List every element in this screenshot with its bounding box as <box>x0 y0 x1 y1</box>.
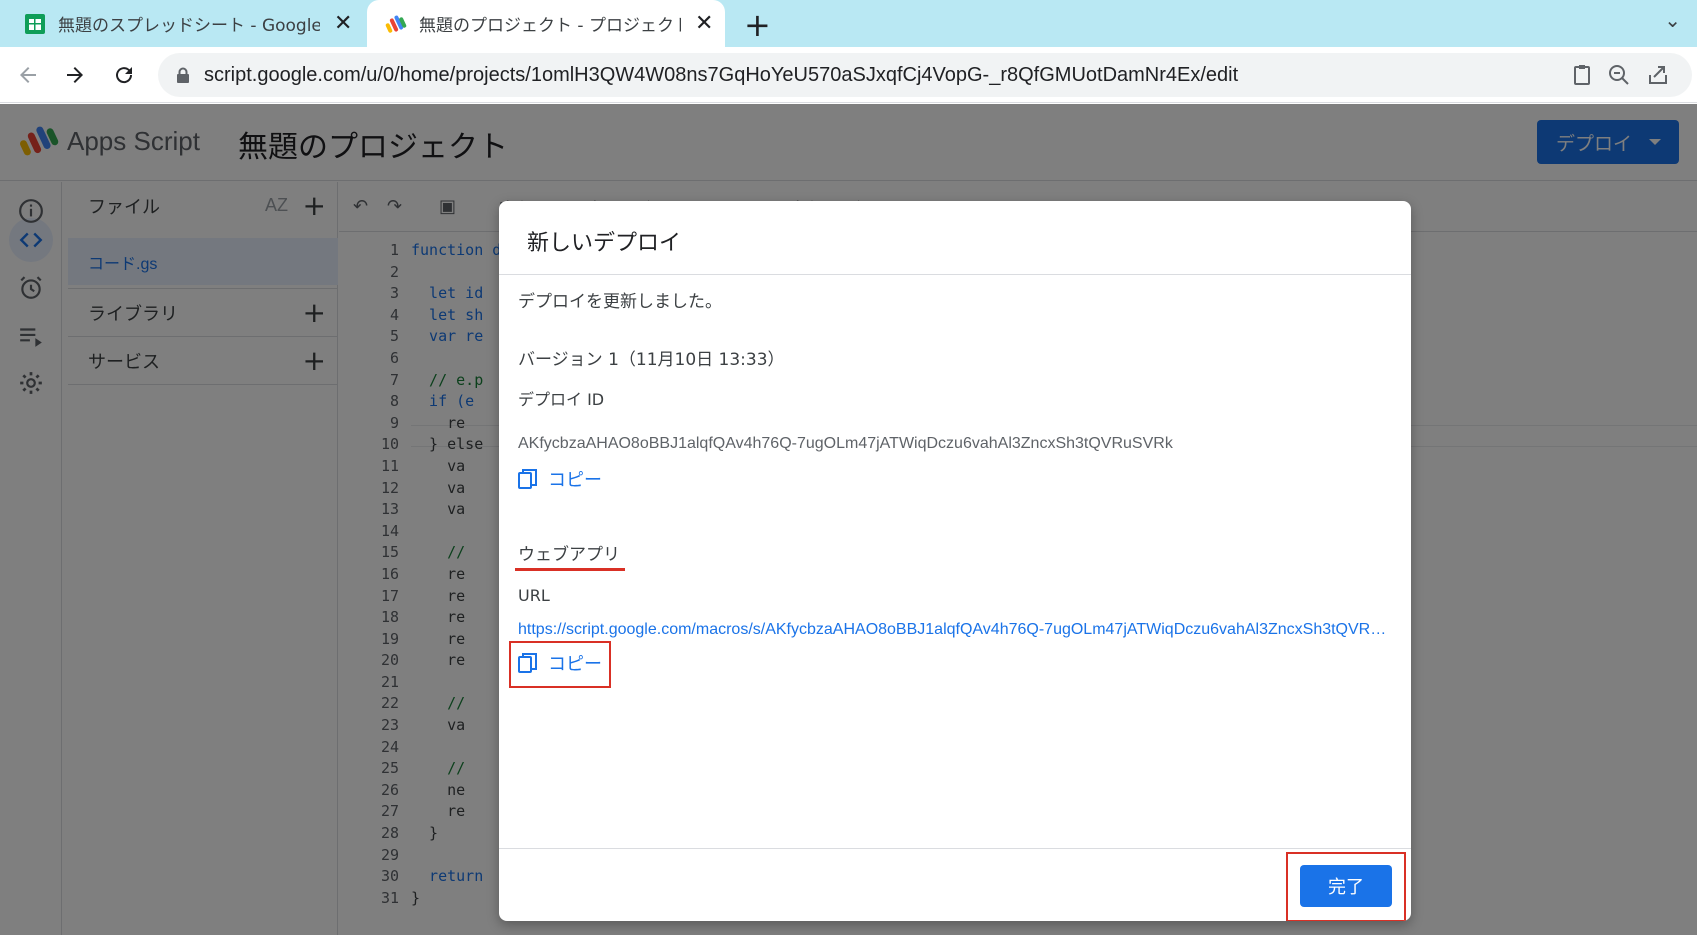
divider <box>499 848 1411 849</box>
sheets-icon <box>25 13 45 34</box>
forward-button[interactable] <box>57 57 93 93</box>
version-text: バージョン 1（11月10日 13:33） <box>518 350 785 370</box>
share-icon[interactable] <box>1646 63 1670 87</box>
divider <box>499 274 1411 275</box>
copy-icon <box>518 469 537 489</box>
new-tab-button[interactable]: + <box>744 6 771 44</box>
tab-title: 無題のプロジェクト - プロジェクト編集 <box>419 16 681 36</box>
done-highlight-box <box>1286 852 1406 921</box>
deploy-id-label: デプロイ ID <box>518 390 605 409</box>
deploy-id-value: AKfycbzaAHAO8oBBJ1alqfQAv4h76Q-7ugOLm47j… <box>518 435 1173 452</box>
updated-message: デプロイを更新しました。 <box>518 292 722 312</box>
dialog-title: 新しいデプロイ <box>527 231 682 256</box>
webapp-url-link[interactable]: https://script.google.com/macros/s/AKfyc… <box>518 621 1392 639</box>
apps-script-icon <box>385 15 407 33</box>
copy-url-highlight-box <box>509 641 611 688</box>
copy-deploy-id-button[interactable]: コピー <box>518 464 602 494</box>
tab-spreadsheet[interactable]: 無題のスプレッドシート - Google スプ ✕ <box>24 0 366 47</box>
url-text: script.google.com/u/0/home/projects/1oml… <box>204 63 1239 86</box>
tab-apps-script[interactable]: 無題のプロジェクト - プロジェクト編集 ✕ <box>367 0 725 47</box>
address-bar[interactable]: script.google.com/u/0/home/projects/1oml… <box>158 53 1692 97</box>
browser-tab-bar: 無題のスプレッドシート - Google スプ ✕ 無題のプロジェクト - プロ… <box>0 0 1697 47</box>
chevron-down-icon[interactable]: ⌄ <box>1664 8 1681 32</box>
zoom-out-icon[interactable] <box>1607 63 1631 87</box>
browser-toolbar: script.google.com/u/0/home/projects/1oml… <box>0 47 1697 103</box>
copy-label: コピー <box>548 470 602 491</box>
reload-icon <box>116 67 133 84</box>
webapp-heading: ウェブアプリ <box>518 545 620 565</box>
lock-icon <box>177 67 189 83</box>
reload-button[interactable] <box>106 57 142 93</box>
webapp-highlight-underline <box>515 568 625 571</box>
back-button[interactable] <box>10 57 46 93</box>
new-deployment-dialog: 新しいデプロイ デプロイを更新しました。 バージョン 1（11月10日 13:3… <box>499 201 1411 921</box>
close-icon[interactable]: ✕ <box>334 11 352 36</box>
clipboard-icon[interactable] <box>1570 63 1594 87</box>
close-icon[interactable]: ✕ <box>695 11 713 36</box>
arrow-left-icon <box>20 67 36 83</box>
tab-title: 無題のスプレッドシート - Google スプ <box>58 16 320 36</box>
arrow-right-icon <box>67 67 83 83</box>
url-label: URL <box>518 586 550 605</box>
